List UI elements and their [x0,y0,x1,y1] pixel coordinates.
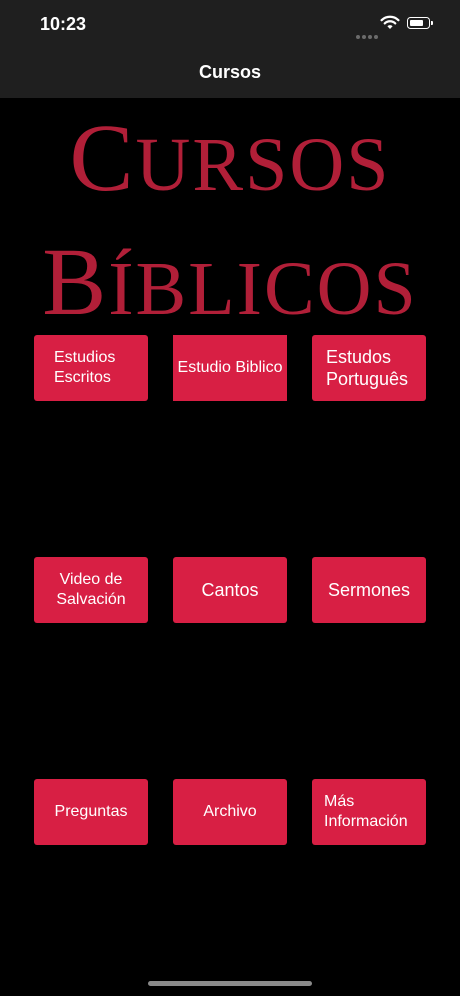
cursos-biblicos-logo: CURSOS BÍBLICOS [0,98,460,335]
navigation-bar: Cursos [0,50,460,98]
video-de-salvacion-button[interactable]: Video de Salvación [34,557,148,623]
cellular-signal-icon [356,26,380,44]
sermones-button[interactable]: Sermones [312,557,426,623]
status-bar: 10:23 [0,0,460,50]
logo-line-1: CURSOS [69,104,391,211]
wifi-icon [380,15,400,29]
estudos-portugues-button[interactable]: Estudos Português [312,335,426,401]
estudios-escritos-button[interactable]: Estudios Escritos [34,335,148,401]
cantos-button[interactable]: Cantos [173,557,287,623]
preguntas-button[interactable]: Preguntas [34,779,148,845]
home-indicator[interactable] [148,981,312,986]
archivo-button[interactable]: Archivo [173,779,287,845]
battery-icon [407,17,433,29]
logo-line-2: BÍBLICOS [42,228,418,335]
mas-informacion-button[interactable]: Más Información [312,779,426,845]
estudio-biblico-button[interactable]: Estudio Biblico [173,335,287,401]
status-time: 10:23 [40,14,87,34]
page-title: Cursos [198,62,261,82]
